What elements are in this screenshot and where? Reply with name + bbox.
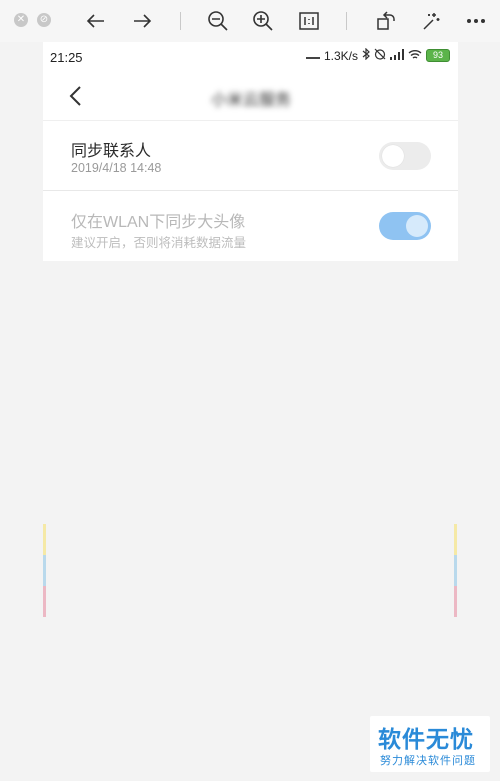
chevron-left-icon[interactable] (65, 82, 89, 110)
forward-arrow-icon[interactable] (130, 10, 154, 32)
settings-row-wlan-avatar[interactable]: 仅在WLAN下同步大头像 建议开启，否则将消耗数据流量 (43, 190, 458, 261)
magic-wand-icon[interactable] (419, 10, 443, 32)
status-time: 21:25 (50, 50, 83, 65)
wifi-icon (408, 48, 422, 63)
setting-subtitle: 2019/4/18 14:48 (71, 161, 162, 175)
setting-subtitle: 建议开启，否则将消耗数据流量 (71, 236, 247, 250)
zoom-out-icon[interactable] (206, 10, 230, 32)
watermark-subtitle: 努力解决软件问题 (380, 755, 476, 767)
toolbar-divider (346, 12, 347, 30)
watermark-title: 软件无忧 (378, 726, 474, 752)
deco-segment (454, 555, 457, 586)
close-icon[interactable]: ✕ (14, 13, 28, 27)
rotate-icon[interactable] (374, 10, 398, 32)
watermark-logo: 软件无忧 努力解决软件问题 (370, 716, 490, 772)
sync-contacts-toggle[interactable] (379, 142, 431, 170)
minimize-icon[interactable]: ⊘ (37, 13, 51, 27)
alarm-off-icon (374, 48, 386, 63)
page-title: 小米云服务 (210, 92, 291, 109)
battery-icon: 93 (426, 49, 450, 62)
toolbar-divider (180, 12, 181, 30)
decorative-color-bar (454, 524, 457, 617)
zoom-in-icon[interactable] (251, 10, 275, 32)
more-icon[interactable] (464, 10, 488, 32)
net-speed: 1.3K/s (323, 48, 358, 63)
phone-screenshot: 21:25 1.3K/s 93 小米云服务 同步联系人 2019/4/18 14… (43, 42, 458, 261)
decorative-color-bar (43, 524, 46, 617)
toggle-knob (406, 215, 428, 237)
toggle-knob (382, 145, 404, 167)
viewer-toolbar: ✕ ⊘ (0, 0, 500, 42)
wlan-avatar-toggle[interactable] (379, 212, 431, 240)
actual-size-icon[interactable] (297, 10, 321, 32)
settings-row-sync-contacts[interactable]: 同步联系人 2019/4/18 14:48 (43, 120, 458, 191)
deco-segment (43, 555, 46, 586)
setting-title: 仅在WLAN下同步大头像 (71, 214, 246, 231)
back-arrow-icon[interactable] (84, 10, 108, 32)
deco-segment (43, 586, 46, 617)
status-bar: 21:25 1.3K/s 93 (43, 42, 458, 72)
status-icons: 1.3K/s 93 (305, 47, 450, 63)
app-header: 小米云服务 (43, 72, 458, 120)
signal-bars-icon (390, 48, 404, 63)
deco-segment (43, 524, 46, 555)
deco-segment (454, 586, 457, 617)
setting-title: 同步联系人 (71, 143, 152, 160)
bluetooth-icon (362, 47, 370, 63)
signal-dots-icon (305, 48, 320, 63)
deco-segment (454, 524, 457, 555)
